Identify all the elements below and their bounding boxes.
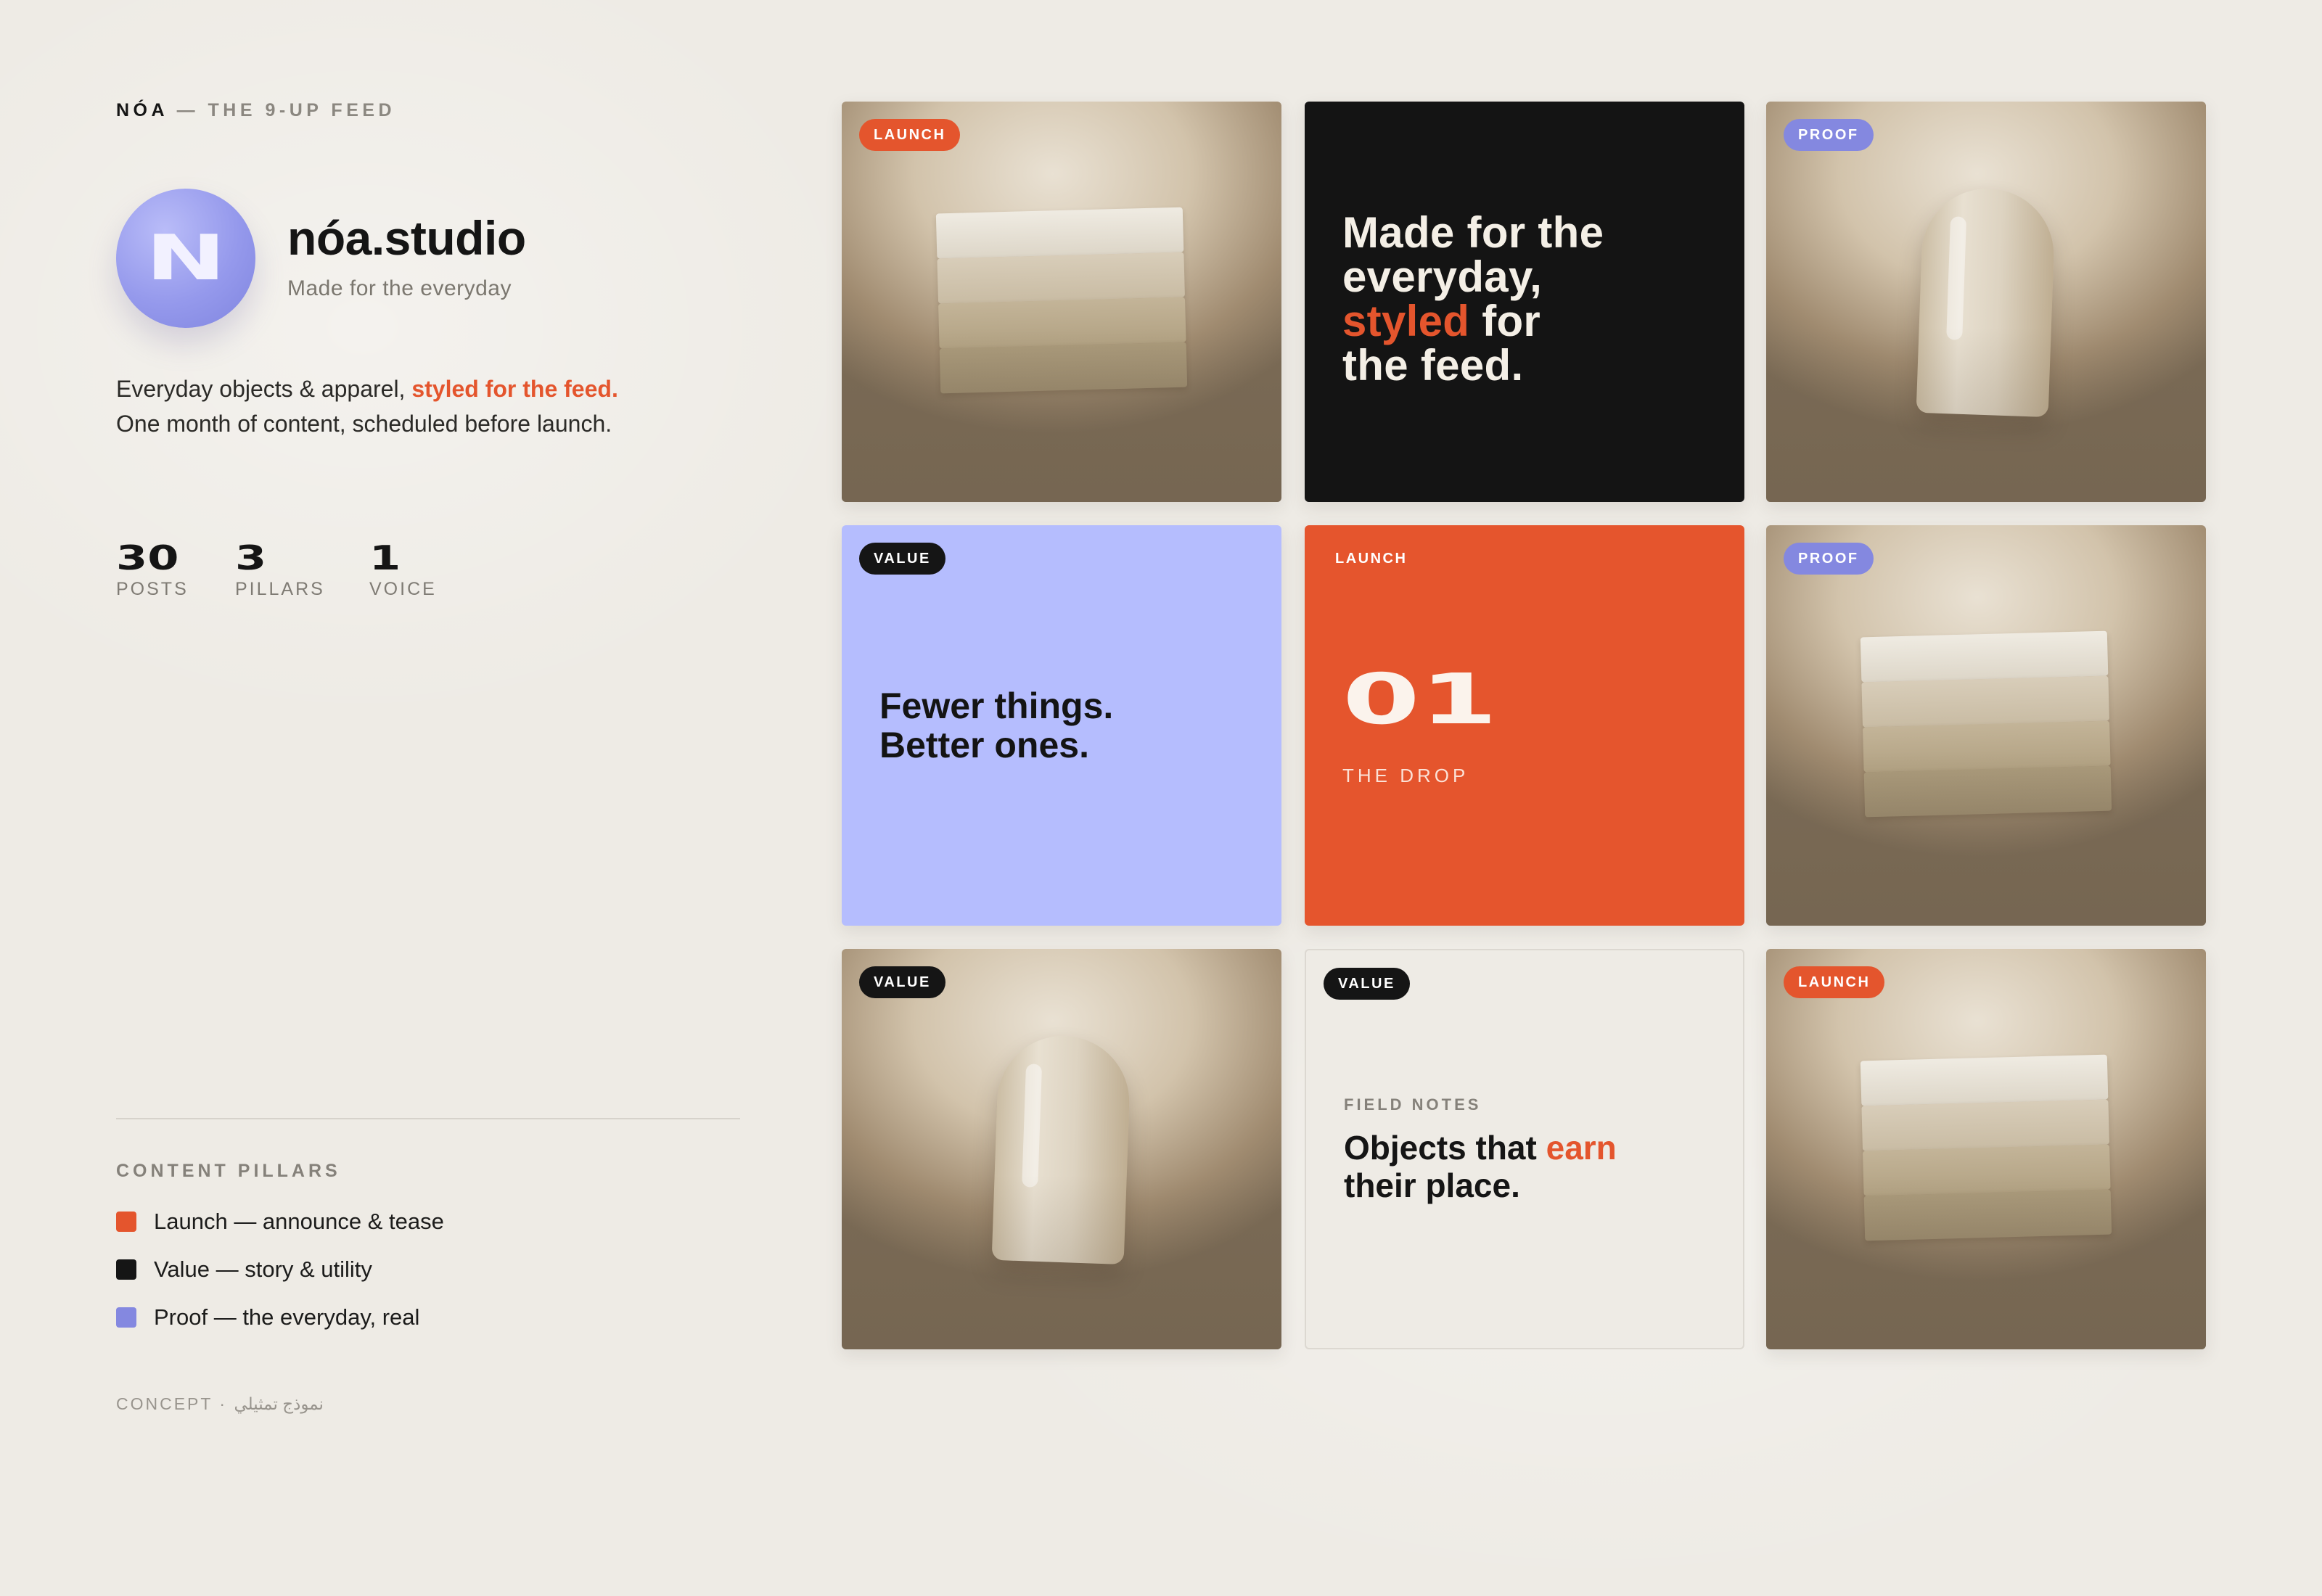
headline-line: Made for the xyxy=(1342,208,1604,257)
headline-line: for xyxy=(1469,297,1541,345)
pillar-swatch xyxy=(116,1212,136,1232)
badge-value: VALUE xyxy=(859,543,945,575)
profile-name[interactable]: nóa.studio xyxy=(287,210,526,266)
pillars-title: CONTENT PILLARS xyxy=(116,1161,341,1181)
stat-pillars: 3 PILLARS xyxy=(235,538,325,600)
avatar[interactable]: N xyxy=(116,189,255,328)
post-headline: Made for the everyday, styled for the fe… xyxy=(1342,210,1604,387)
stat-value: 3 xyxy=(235,538,267,577)
pillar-label: Proof — the everyday, real xyxy=(154,1304,420,1330)
pillar-swatch xyxy=(116,1307,136,1328)
profile-tagline: Made for the everyday xyxy=(287,276,512,300)
brand-name: NÓA xyxy=(116,100,168,120)
post-kicker: FIELD NOTES xyxy=(1344,1095,1482,1114)
drop-label: THE DROP xyxy=(1342,765,1469,786)
feed-post-7[interactable]: VALUE xyxy=(842,949,1281,1349)
badge-value: VALUE xyxy=(1324,968,1410,1000)
feed-post-8[interactable]: VALUE FIELD NOTES Objects that earn thei… xyxy=(1305,949,1744,1349)
pillar-label: Launch — announce & tease xyxy=(154,1209,444,1234)
headline-line: Objects that xyxy=(1344,1129,1546,1167)
stat-label: PILLARS xyxy=(235,579,325,599)
feed-post-3[interactable]: PROOF xyxy=(1766,102,2206,502)
badge-value: VALUE xyxy=(859,966,945,998)
headline-accent: styled xyxy=(1342,297,1470,345)
stat-posts: 30 POSTS xyxy=(116,538,189,600)
stat-voice: 1 VOICE xyxy=(369,538,437,600)
bio-suffix: One month of content, scheduled before l… xyxy=(116,411,612,437)
feed-post-5[interactable]: LAUNCH 01 THE DROP xyxy=(1305,525,1744,926)
pillar-proof: Proof — the everyday, real xyxy=(116,1304,419,1330)
page-eyebrow: NÓA — THE 9-UP FEED xyxy=(116,100,395,121)
feed-post-6[interactable]: PROOF xyxy=(1766,525,2206,926)
pillar-label: Value — story & utility xyxy=(154,1256,372,1282)
drop-number: 01 xyxy=(1342,659,1498,740)
headline-line: their place. xyxy=(1344,1167,1520,1204)
divider xyxy=(116,1118,740,1119)
badge-proof: PROOF xyxy=(1784,543,1874,575)
feed-post-2[interactable]: Made for the everyday, styled for the fe… xyxy=(1305,102,1744,502)
bio-highlight: styled for the feed. xyxy=(411,376,618,402)
feed-post-1[interactable]: LAUNCH xyxy=(842,102,1281,502)
badge-launch: LAUNCH xyxy=(1784,966,1885,998)
profile-bio: Everyday objects & apparel, styled for t… xyxy=(116,371,668,441)
pillar-swatch xyxy=(116,1259,136,1280)
headline-line: Fewer things. xyxy=(879,686,1114,726)
footer-note: CONCEPT · نموذج تمثيلي xyxy=(116,1394,324,1413)
avatar-letter: N xyxy=(145,222,226,295)
feed-post-9[interactable]: LAUNCH xyxy=(1766,949,2206,1349)
headline-line: the feed. xyxy=(1342,341,1524,390)
badge-launch: LAUNCH xyxy=(859,119,961,151)
pillar-launch: Launch — announce & tease xyxy=(116,1209,444,1235)
bio-prefix: Everyday objects & apparel, xyxy=(116,376,412,402)
post-headline: Fewer things. Better ones. xyxy=(879,686,1113,765)
headline-line: everyday, xyxy=(1342,252,1543,301)
headline-accent: earn xyxy=(1546,1129,1617,1167)
feed-post-4[interactable]: VALUE Fewer things. Better ones. xyxy=(842,525,1281,926)
badge-launch: LAUNCH xyxy=(1335,551,1408,567)
pillar-value: Value — story & utility xyxy=(116,1256,372,1283)
stat-label: POSTS xyxy=(116,579,189,599)
stat-value: 30 xyxy=(116,538,179,577)
stat-label: VOICE xyxy=(369,579,437,599)
stat-value: 1 xyxy=(369,538,401,577)
headline-line: Better ones. xyxy=(879,725,1089,765)
post-headline: Objects that earn their place. xyxy=(1344,1129,1617,1204)
badge-proof: PROOF xyxy=(1784,119,1874,151)
eyebrow-title: — THE 9-UP FEED xyxy=(168,100,396,120)
